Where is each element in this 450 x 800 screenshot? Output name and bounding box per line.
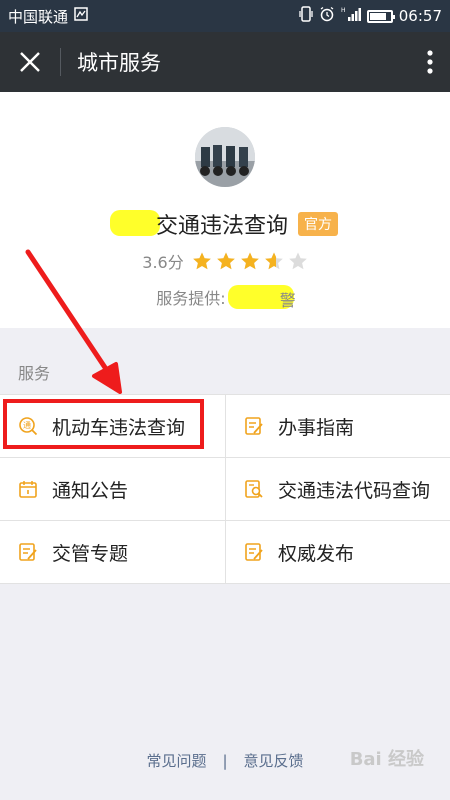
- svg-text:H: H: [341, 7, 346, 14]
- nav-bar: 城市服务: [0, 32, 450, 92]
- provider-redaction: 警: [227, 285, 296, 310]
- faq-link[interactable]: 常见问题: [146, 750, 206, 771]
- star-icon: [264, 252, 283, 270]
- edit-note-icon: [18, 542, 38, 562]
- service-item-label: 权威发布: [278, 542, 355, 565]
- service-item-guide[interactable]: 办事指南: [225, 395, 450, 457]
- close-icon: [20, 52, 40, 72]
- nav-divider: [60, 48, 61, 76]
- footer-separator: |: [222, 751, 228, 770]
- feedback-link[interactable]: 意见反馈: [244, 750, 304, 771]
- sim-icon: [74, 7, 88, 25]
- service-item-label: 交通违法代码查询: [278, 479, 431, 502]
- calendar-icon: [18, 479, 38, 499]
- service-item-label: 通知公告: [52, 479, 129, 502]
- star-icon: [216, 252, 235, 270]
- more-vertical-icon: [427, 50, 433, 74]
- close-button[interactable]: [0, 32, 60, 92]
- service-item-official-releases[interactable]: 权威发布: [225, 521, 450, 583]
- clock-time: 06:57: [398, 7, 442, 25]
- star-icon: [240, 252, 259, 270]
- rating-row: 3.6分: [0, 249, 450, 273]
- signal-icon: H: [341, 6, 361, 26]
- service-item-notices[interactable]: 通知公告: [0, 458, 225, 520]
- star-icon: [192, 252, 211, 270]
- provider-label: 服务提供:: [156, 289, 226, 308]
- services-section-label: 服务: [18, 364, 51, 383]
- annotation-highlight-box: [3, 399, 204, 449]
- service-item-violation-code[interactable]: 交通违法代码查询: [225, 458, 450, 520]
- status-bar: 中国联通 H 06:57: [0, 0, 450, 32]
- service-item-label: 办事指南: [278, 416, 355, 439]
- redaction-highlight: [109, 210, 160, 236]
- battery-icon: [366, 9, 395, 23]
- service-profile-card: 交通违法查询 官方 3.6分 服务提供: 警: [0, 92, 450, 328]
- service-avatar: [195, 127, 255, 187]
- doc-search-icon: [244, 479, 264, 499]
- service-name: 交通违法查询: [109, 208, 288, 240]
- provider-tail: 警: [279, 291, 296, 310]
- carrier-label: 中国联通: [8, 7, 69, 26]
- rating-stars: [192, 251, 308, 271]
- rating-score: 3.6分: [142, 253, 184, 272]
- service-item-label: 交管专题: [52, 542, 129, 565]
- alarm-icon: [319, 6, 335, 26]
- star-icon: [288, 252, 307, 270]
- more-button[interactable]: [410, 32, 450, 92]
- service-name-row: 交通违法查询 官方: [0, 208, 450, 240]
- watermark: Bai 经验: [349, 749, 424, 770]
- official-badge: 官方: [298, 212, 338, 236]
- page-title: 城市服务: [77, 51, 161, 75]
- provider-row: 服务提供: 警: [0, 285, 450, 310]
- service-name-text: 交通违法查询: [155, 214, 288, 239]
- vibrate-icon: [299, 6, 313, 26]
- service-item-special-topics[interactable]: 交管专题: [0, 521, 225, 583]
- edit-note-icon: [244, 416, 264, 436]
- edit-note-icon: [244, 542, 264, 562]
